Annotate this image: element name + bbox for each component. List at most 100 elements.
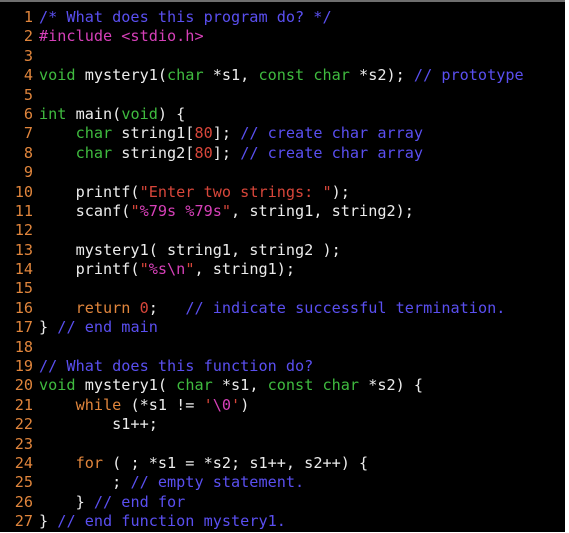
code-line[interactable]: 13 mystery1( string1, string2 );: [0, 241, 565, 260]
token-str: ': [231, 395, 241, 414]
token-comment: // create char array: [240, 143, 424, 162]
line-number: 24: [14, 453, 33, 472]
token-type: void: [39, 376, 76, 395]
code-line[interactable]: 25 ; // empty statement.: [0, 473, 565, 492]
token-plain: mystery1(: [75, 66, 168, 85]
token-type: const char: [258, 66, 350, 85]
code-line[interactable]: 15: [0, 279, 565, 298]
code-line[interactable]: 10 printf("Enter two strings: ");: [0, 183, 565, 202]
code-line[interactable]: 23: [0, 435, 565, 454]
code-line[interactable]: 2 #include <stdio.h>: [0, 27, 565, 46]
token-plain: scanf(: [39, 201, 131, 220]
token-plain: s1++;: [39, 415, 158, 434]
code-line[interactable]: 24 for ( ; *s1 = *s2; s1++, s2++) {: [0, 454, 565, 473]
code-line[interactable]: 12: [0, 221, 565, 240]
token-plain: );: [331, 182, 350, 201]
line-number: 14: [14, 260, 33, 279]
code-text: #include <stdio.h>: [39, 27, 204, 46]
token-type: void: [121, 104, 158, 123]
line-number: 15: [14, 279, 33, 298]
line-number: 4: [23, 66, 33, 85]
token-plain: printf(: [39, 182, 140, 201]
code-line[interactable]: 14 printf("%s\n", string1);: [0, 260, 565, 279]
code-text: while (*s1 != '\0'): [39, 395, 250, 415]
code-editor[interactable]: 1 /* What does this program do? */ 2 #inclu…: [0, 0, 565, 532]
code-text: return 0; // indicate successful termina…: [39, 298, 506, 318]
line-number: 27: [14, 512, 33, 531]
code-line[interactable]: 4 void mystery1(char *s1, const char *s2)…: [0, 66, 565, 85]
token-type: char: [167, 66, 204, 85]
code-line[interactable]: 17} // end main: [0, 318, 565, 337]
line-number: 8: [23, 143, 33, 162]
code-text: char string2[80]; // create char array: [39, 144, 423, 163]
line-number: 12: [14, 221, 33, 240]
code-lines: 1 /* What does this program do? */ 2 #inclu…: [0, 8, 565, 532]
line-number: 3: [23, 46, 33, 65]
code-text: void mystery1(char *s1, const char *s2);…: [39, 66, 524, 85]
code-line[interactable]: 16 return 0; // indicate successful term…: [0, 299, 565, 318]
code-line[interactable]: 20 void mystery1( char *s1, const char *s…: [0, 376, 565, 395]
code-line[interactable]: 6 int main(void) {: [0, 105, 565, 124]
token-plain: mystery1(: [75, 376, 177, 395]
code-line[interactable]: 27} // end function mystery1.: [0, 512, 565, 531]
code-line[interactable]: 26 } // end for: [0, 493, 565, 512]
code-text: mystery1( string1, string2 );: [39, 241, 341, 260]
token-plain: ) {: [157, 104, 186, 123]
code-text: s1++;: [39, 415, 158, 434]
code-text: void mystery1( char *s1, const char *s2)…: [39, 376, 423, 395]
line-number: 13: [14, 240, 33, 259]
token-str: ': [203, 395, 213, 414]
code-line[interactable]: 3: [0, 47, 565, 66]
token-kw: for: [75, 453, 104, 472]
token-num: 80: [194, 143, 213, 162]
token-num: 0: [139, 298, 149, 317]
token-str: "Enter two strings: ": [139, 182, 332, 201]
line-number: 5: [23, 85, 33, 104]
line-number: 7: [23, 124, 33, 143]
code-line[interactable]: 21 while (*s1 != '\0'): [0, 396, 565, 415]
token-type: int: [39, 104, 67, 123]
code-text: for ( ; *s1 = *s2; s1++, s2++) {: [39, 453, 369, 473]
token-type: char: [75, 143, 113, 162]
token-comment: // empty statement.: [130, 473, 305, 492]
code-line[interactable]: 8 char string2[80]; // create char array: [0, 144, 565, 163]
code-line[interactable]: 1 /* What does this program do? */: [0, 8, 565, 27]
token-type: char: [75, 124, 113, 143]
line-number: 2: [23, 27, 33, 46]
code-line[interactable]: 7 char string1[80]; // create char array: [0, 124, 565, 143]
code-text: printf("%s\n", string1);: [39, 260, 296, 279]
code-text: scanf("%79s %79s", string1, string2);: [39, 202, 414, 221]
line-number: 23: [14, 434, 33, 453]
line-number: 9: [23, 163, 33, 182]
line-number: 19: [14, 357, 33, 376]
token-plain: ( ; *s1 = *s2; s1++, s2++) {: [103, 453, 369, 472]
code-line[interactable]: 18: [0, 338, 565, 357]
code-text: int main(void) {: [39, 105, 185, 124]
code-line[interactable]: 19 // What does this function do?: [0, 357, 565, 376]
token-comment: // create char array: [240, 124, 424, 143]
code-line[interactable]: 9: [0, 163, 565, 182]
code-line[interactable]: 11 scanf("%79s %79s", string1, string2);: [0, 202, 565, 221]
token-fmt: %79s %79s: [139, 201, 222, 220]
token-type: char: [176, 376, 213, 395]
token-comment: // indicate successful termination.: [185, 298, 506, 317]
token-comment: // end for: [93, 492, 186, 511]
token-kw: return: [75, 298, 131, 317]
line-number: 21: [14, 395, 33, 414]
token-plain: printf(: [39, 260, 140, 279]
token-pre: #include <stdio.h>: [39, 27, 204, 46]
token-str: ": [139, 260, 149, 279]
code-line[interactable]: 5: [0, 86, 565, 105]
token-kw: while: [75, 395, 122, 414]
token-plain: }: [39, 492, 94, 511]
token-plain: *s2);: [349, 66, 414, 85]
token-plain: string1[: [112, 124, 195, 143]
code-line[interactable]: 22 s1++;: [0, 415, 565, 434]
token-str: ": [130, 201, 140, 220]
token-plain: ];: [212, 124, 241, 143]
token-comment: // prototype: [413, 66, 524, 85]
token-plain: ;: [148, 298, 186, 317]
